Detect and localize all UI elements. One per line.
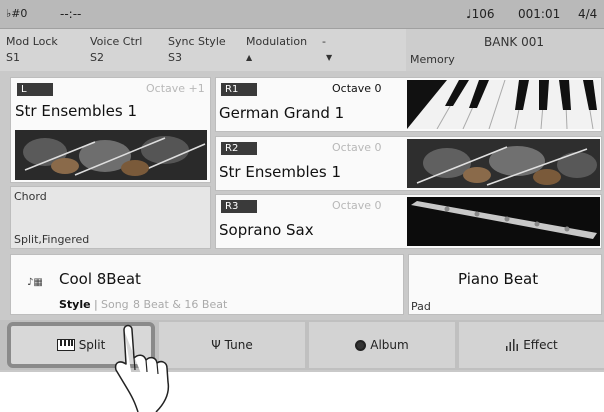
style-separator: |	[94, 298, 98, 311]
pad-name: Piano Beat	[458, 270, 539, 288]
song-label[interactable]: Song	[101, 298, 129, 311]
modulation-up-icon[interactable]: ▲	[246, 53, 252, 62]
octave-left: Octave +1	[146, 82, 205, 95]
voice-tag-r2: R2	[221, 142, 257, 155]
voice-panel-r1[interactable]: R1 Octave 0 German Grand 1	[215, 77, 602, 132]
level-bars-icon	[506, 339, 519, 351]
song-time: --:--	[60, 7, 82, 21]
voice-name-left: Str Ensembles 1	[15, 102, 138, 120]
pointing-hand-icon	[114, 324, 170, 412]
voice-panel-left[interactable]: L Octave +1 Str Ensembles 1	[10, 77, 211, 183]
tab-album[interactable]: Album	[309, 322, 455, 368]
style-icon: ♪▦	[27, 277, 43, 288]
voice-ctrl-value: S2	[90, 51, 104, 64]
chord-title: Chord	[14, 190, 47, 203]
sax-photo	[407, 197, 600, 246]
memory-label: Memory	[410, 53, 455, 66]
modulation-label: Modulation	[246, 35, 308, 48]
memory-cell[interactable]: BANK 001 Memory	[406, 29, 604, 71]
style-name: Cool 8Beat	[59, 270, 141, 288]
mod-lock-label: Mod Lock	[6, 35, 58, 48]
strings-photo	[15, 130, 207, 180]
voice-name-r2: Str Ensembles 1	[219, 163, 342, 181]
memory-bank: BANK 001	[484, 35, 545, 49]
voice-name-r3: Soprano Sax	[219, 221, 314, 239]
strings-photo-r2	[407, 139, 600, 188]
sync-style-value: S3	[168, 51, 182, 64]
chord-mode: Split,Fingered	[14, 233, 90, 246]
transpose-indicator[interactable]: ♭#0	[6, 7, 27, 20]
modulation-value: -	[322, 35, 326, 48]
octave-r3: Octave 0	[332, 199, 382, 212]
piano-photo	[407, 80, 600, 129]
voice-ctrl-label: Voice Ctrl	[90, 35, 143, 48]
pad-label: Pad	[411, 300, 431, 313]
style-label: Style	[59, 298, 91, 311]
measure-counter: 001:01	[518, 7, 561, 21]
octave-r2: Octave 0	[332, 141, 382, 154]
chord-panel[interactable]: Chord Split,Fingered	[10, 186, 211, 249]
voice-panel-r3[interactable]: R3 Octave 0 Soprano Sax	[215, 194, 602, 249]
tab-effect[interactable]: Effect	[459, 322, 604, 368]
tab-effect-label: Effect	[523, 338, 558, 352]
time-signature: 4/4	[578, 7, 598, 21]
keyboard-icon	[56, 339, 75, 351]
tab-album-label: Album	[370, 338, 409, 352]
voice-tag-left: L	[17, 83, 53, 96]
mod-lock-value: S1	[6, 51, 20, 64]
voice-name-r1: German Grand 1	[219, 104, 345, 122]
disc-icon	[355, 339, 367, 351]
tempo-value[interactable]: ♩106	[466, 7, 495, 21]
sync-style-label: Sync Style	[168, 35, 226, 48]
voice-panel-r2[interactable]: R2 Octave 0 Str Ensembles 1	[215, 136, 602, 191]
tab-split-label: Split	[78, 338, 106, 352]
function-tab-bar: Split Ψ Tune Album Effect	[0, 320, 604, 370]
modulation-down-icon[interactable]: ▼	[326, 53, 332, 62]
style-panel[interactable]: ♪▦ Cool 8Beat Style | Song 8 Beat & 16 B…	[10, 254, 404, 315]
tuning-fork-icon: Ψ	[211, 338, 221, 352]
pad-panel[interactable]: Piano Beat Pad	[408, 254, 602, 315]
keyboard-display-screen: ♭#0 --:-- ♩106 001:01 4/4 Mod Lock S1 Vo…	[0, 0, 604, 372]
controller-info-row: Mod Lock S1 Voice Ctrl S2 Sync Style S3 …	[0, 29, 604, 71]
style-category: 8 Beat & 16 Beat	[133, 298, 228, 311]
octave-r1: Octave 0	[332, 82, 382, 95]
status-bar: ♭#0 --:-- ♩106 001:01 4/4	[0, 0, 604, 29]
tab-tune-label: Tune	[224, 338, 253, 352]
voice-tag-r1: R1	[221, 83, 257, 96]
voice-tag-r3: R3	[221, 200, 257, 213]
